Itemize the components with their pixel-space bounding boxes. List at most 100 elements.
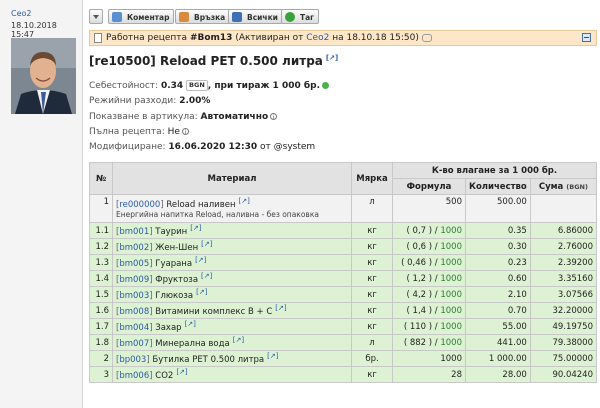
header-prefix: Работна рецепта [106,33,188,43]
row-no: 1.6 [89,302,113,319]
material-code-link[interactable]: bm008 [119,307,149,317]
author-link[interactable]: Ceo2 [11,9,32,18]
unit-cell: л [351,334,393,351]
formula-cell: ( 0,46 ) / 1000 [392,254,466,271]
material-code-link[interactable]: bm001 [119,227,149,237]
speech-bubble-icon[interactable] [421,33,432,42]
collapse-button[interactable] [582,33,591,42]
material-code-link[interactable]: bm006 [119,371,149,381]
row-no: 1.2 [89,238,113,255]
material-cell: [bm002] Жен-Шен [↗] [112,238,352,255]
formula-divisor: 1000 [440,225,462,236]
overhead-value: 2.00% [179,96,211,106]
formula-expr: ( 882 ) / [403,337,438,348]
mod-by: от @system [260,142,316,152]
formula-cell: 28 [392,366,466,383]
comment-button[interactable]: Коментар [108,9,175,24]
material-name: Reload наливен [166,199,236,210]
material-cell: [bp003] Бутилка PET 0.500 литра [↗] [112,350,352,367]
all-button[interactable]: Всички [228,9,283,24]
external-link-icon[interactable]: [↗] [195,256,206,264]
link-button[interactable]: Връзка [175,9,231,24]
unit-cell: кг [351,222,393,239]
cost-row: Себестойност: 0.34 BGN, при тираж 1 000 … [89,80,330,91]
material-name: Захар [155,322,182,333]
activated-by-link[interactable]: Ceo2 [306,33,329,43]
sum-cell: 2.76000 [529,238,598,255]
full-value: Не [167,127,180,137]
external-link-icon[interactable]: [↗] [196,288,207,296]
material-code-link[interactable]: bm004 [119,323,149,333]
row-no: 1.8 [89,334,113,351]
header-on: на [332,33,344,43]
material-code-link[interactable]: bp003 [119,355,146,365]
formula-cell: ( 1,2 ) / 1000 [392,270,466,287]
material-code-link[interactable]: bm007 [119,339,149,349]
external-link-icon[interactable]: [↗] [326,54,338,62]
list-icon [232,12,242,22]
external-link-icon[interactable]: [↗] [185,320,196,328]
show-value: Автоматично [200,112,269,122]
qty-cell: 0.35 [465,222,531,239]
modified-row: Модифициране: 16.06.2020 12:30 от @syste… [89,142,315,152]
external-link-icon[interactable]: [↗] [190,224,201,232]
material-cell: [bm003] Глюкоза [↗] [112,286,352,303]
external-link-icon[interactable]: [↗] [239,197,250,205]
external-link-icon[interactable]: [↗] [233,336,244,344]
material-name: Бутилка PET 0.500 литра [152,354,265,365]
info-icon[interactable]: i [181,128,189,136]
material-code-close: ] [149,322,153,333]
material-cell: [bm004] Захар [↗] [112,318,352,335]
external-link-icon[interactable]: [↗] [201,240,212,248]
col-no: № [89,162,113,195]
external-link-icon[interactable]: [↗] [275,304,286,312]
chevron-down-icon [93,15,99,19]
material-code-link[interactable]: bm002 [119,243,149,253]
cost-value: 0.34 [160,81,184,91]
external-link-icon[interactable]: [↗] [176,368,187,376]
mod-value: 16.06.2020 12:30 [168,142,258,152]
qty-cell: 0.23 [465,254,531,271]
tag-button[interactable]: Таг [281,9,320,24]
material-code-link[interactable]: bm009 [119,275,149,285]
col-qty: Количество [465,178,531,195]
sum-cell: 3.35160 [529,270,598,287]
col-material: Материал [112,162,352,195]
qty-cell: 0.30 [465,238,531,255]
formula-expr: ( 0,6 ) / [406,241,438,252]
material-name: Таурин [155,226,188,237]
comment-label: Коментар [127,13,170,22]
full-label: Пълна рецепта: [89,127,165,137]
show-row: Показване в артикула: Автоматично i [89,112,278,122]
cost-label: Себестойност: [89,81,159,91]
author-panel: Ceo2 18.10.2018 15:47 [0,0,83,408]
material-name: Фруктоза [155,274,199,285]
qty-cell: 55.00 [465,318,531,335]
sum-cell: 3.07566 [529,286,598,303]
more-dropdown-button[interactable] [89,9,103,24]
row-no: 1.4 [89,270,113,287]
sum-cell: 32.20000 [529,302,598,319]
row-no: 2 [89,350,113,367]
unit-cell: кг [351,366,393,383]
comment-icon [112,12,122,22]
material-code-link[interactable]: bm005 [119,259,149,269]
all-label: Всички [247,13,278,22]
qty-cell: 441.00 [465,334,531,351]
formula-expr: 28 [451,369,462,380]
qty-cell: 28.00 [465,366,531,383]
leaf-icon [322,82,330,89]
sum-cell: 90.04240 [529,366,598,383]
tag-icon [285,12,295,22]
external-link-icon[interactable]: [↗] [267,352,278,360]
info-icon[interactable]: i [270,113,278,121]
material-code-close: ] [149,274,153,285]
material-code-link[interactable]: re000000 [119,200,160,210]
materials-table: № Материал Мярка К-во влагане за 1 000 б… [89,162,598,383]
qty-cell: 500.00 [465,194,531,223]
table-row: 1.2 [bm002] Жен-Шен [↗] кг( 0,6 ) / 1000 0.3… [89,238,598,255]
cost-currency: BGN [186,80,208,91]
external-link-icon[interactable]: [↗] [201,272,212,280]
material-code-link[interactable]: bm003 [119,291,149,301]
material-code-close: ] [149,226,153,237]
